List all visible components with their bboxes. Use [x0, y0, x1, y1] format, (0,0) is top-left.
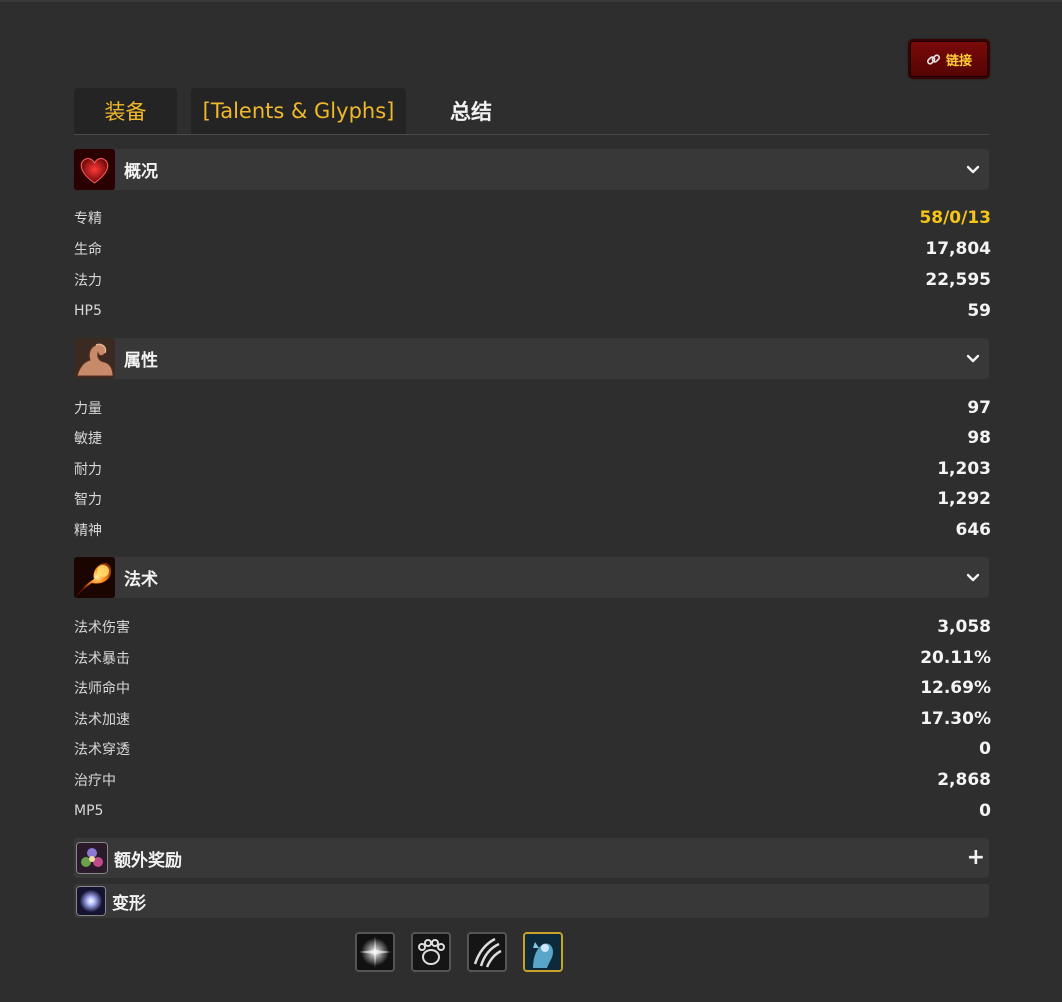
plus-icon: +	[966, 845, 985, 870]
stat-value: 59	[967, 301, 991, 321]
tab-bar: 装备 [Talents & Glyphs] 总结	[74, 88, 989, 135]
stat-row-mana: 法力 22,595	[74, 269, 991, 291]
stat-label: 法术穿透	[74, 742, 130, 758]
section-bonus-title: 额外奖励	[114, 850, 182, 871]
tab-summary[interactable]: 总结	[424, 88, 518, 134]
stat-row-stamina: 耐力 1,203	[74, 458, 991, 480]
link-button[interactable]: 链接	[908, 39, 990, 79]
stat-row-hp5: HP5 59	[74, 300, 991, 322]
stat-label: 耐力	[74, 462, 102, 478]
stat-value: 1,292	[937, 489, 991, 509]
chain-link-icon	[926, 53, 941, 65]
stat-label: 法术伤害	[74, 620, 130, 636]
stat-row-spell-penetration: 法术穿透 0	[74, 738, 991, 760]
stat-row-spell-damage: 法术伤害 3,058	[74, 616, 991, 638]
section-overview-title: 概况	[124, 162, 158, 182]
stat-value: 0	[979, 801, 991, 821]
stat-label: 精神	[74, 523, 102, 539]
tab-equipment[interactable]: 装备	[74, 88, 177, 134]
stat-value: 97	[967, 398, 991, 418]
stat-row-healing: 治疗中 2,868	[74, 769, 991, 791]
section-attributes-title: 属性	[124, 351, 158, 371]
chevron-down-icon	[966, 165, 980, 174]
section-spells-title: 法术	[124, 570, 158, 590]
stat-label: HP5	[74, 303, 102, 319]
section-shapeshift-title: 变形	[112, 893, 146, 914]
stat-label: 智力	[74, 492, 102, 508]
stat-row-strength: 力量 97	[74, 397, 991, 419]
stat-label: 生命	[74, 242, 102, 258]
stat-row-spell-hit: 法师命中 12.69%	[74, 677, 991, 699]
stat-label: MP5	[74, 803, 104, 819]
stat-row-agility: 敏捷 98	[74, 427, 991, 449]
bicep-icon	[74, 338, 115, 379]
stat-row-mp5: MP5 0	[74, 800, 991, 822]
stat-value: 17.30%	[920, 709, 991, 729]
stat-row-spell-crit: 法术暴击 20.11%	[74, 647, 991, 669]
heart-icon	[74, 149, 115, 190]
stat-label: 专精	[74, 211, 102, 227]
stat-value: 646	[955, 520, 992, 540]
stat-value: 0	[979, 739, 991, 759]
stat-label: 法力	[74, 273, 102, 289]
stat-label: 法术加速	[74, 712, 130, 728]
stat-row-intellect: 智力 1,292	[74, 488, 991, 510]
chevron-down-icon	[966, 354, 980, 363]
section-overview-header[interactable]: 概况	[74, 149, 989, 190]
tab-talents-glyphs[interactable]: [Talents & Glyphs]	[191, 88, 406, 134]
section-bonus-header[interactable]: 额外奖励 +	[74, 838, 989, 878]
set-bonus-icon	[76, 842, 108, 874]
section-spells-header[interactable]: 法术	[74, 557, 989, 598]
stat-label: 法师命中	[74, 681, 130, 697]
moonkin-form-icon[interactable]	[523, 932, 563, 972]
top-border	[0, 0, 1062, 2]
stat-row-spell-haste: 法术加速 17.30%	[74, 708, 991, 730]
stat-label: 力量	[74, 401, 102, 417]
bear-paw-icon[interactable]	[411, 932, 451, 972]
stat-value: 3,058	[937, 617, 991, 637]
stat-value: 12.69%	[920, 678, 991, 698]
chevron-down-icon	[966, 573, 980, 582]
stat-row-spec: 专精 58/0/13	[74, 207, 991, 229]
spec-icon-bar	[355, 932, 563, 972]
stat-value: 17,804	[925, 239, 991, 259]
fireball-icon	[74, 557, 115, 598]
stat-value: 98	[967, 428, 991, 448]
stat-value: 58/0/13	[919, 208, 991, 228]
stat-row-spirit: 精神 646	[74, 519, 991, 541]
moonkin-glow-icon	[76, 886, 106, 916]
section-shapeshift-header[interactable]: 变形	[74, 884, 989, 918]
claw-slash-icon[interactable]	[467, 932, 507, 972]
stat-label: 治疗中	[74, 773, 116, 789]
stat-label: 敏捷	[74, 431, 102, 447]
starburst-icon[interactable]	[355, 932, 395, 972]
stat-value: 22,595	[925, 270, 991, 290]
stat-label: 法术暴击	[74, 651, 130, 667]
link-button-label: 链接	[945, 53, 972, 69]
stat-row-health: 生命 17,804	[74, 238, 991, 260]
stat-value: 1,203	[937, 459, 991, 479]
stat-value: 20.11%	[920, 648, 991, 668]
section-attributes-header[interactable]: 属性	[74, 338, 989, 379]
stat-value: 2,868	[937, 770, 991, 790]
